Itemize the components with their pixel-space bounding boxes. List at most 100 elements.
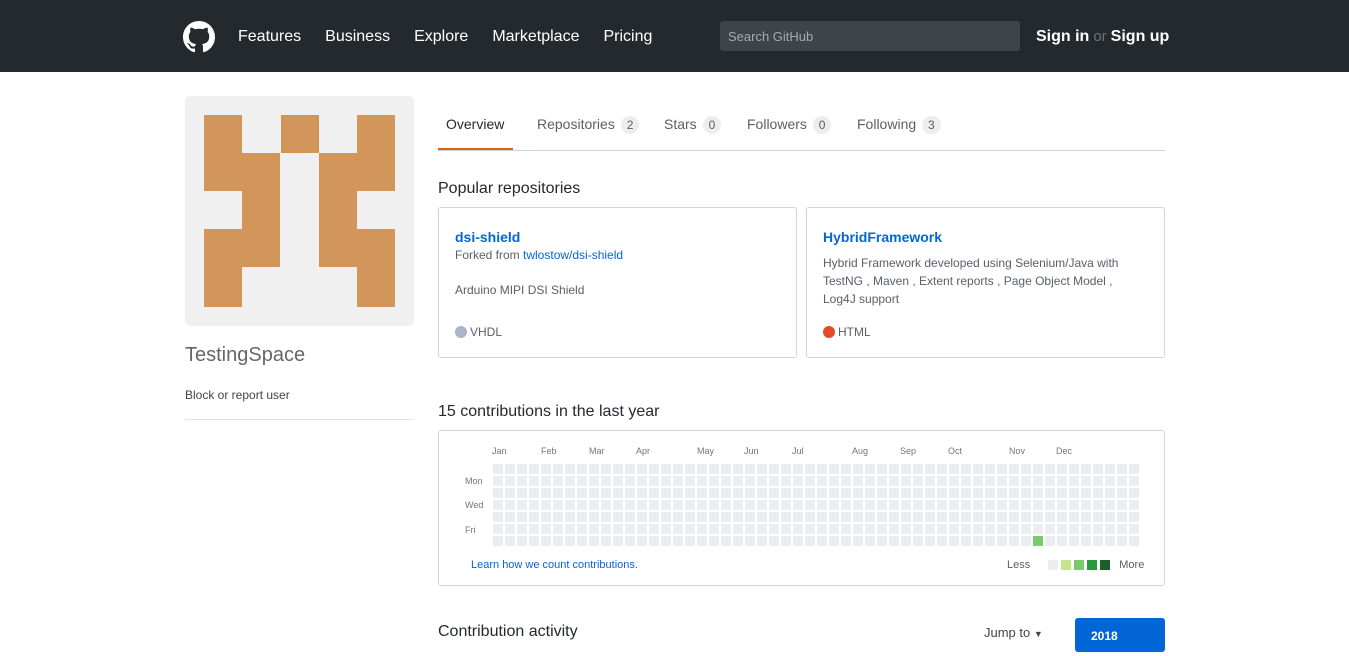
contribution-day — [1117, 512, 1127, 522]
contribution-day — [1081, 536, 1091, 546]
contribution-day — [541, 512, 551, 522]
contribution-day — [553, 464, 563, 474]
contribution-day — [805, 500, 815, 510]
contribution-day — [505, 512, 515, 522]
github-logo-icon[interactable] — [183, 21, 215, 53]
contribution-day — [685, 464, 695, 474]
contribution-day — [709, 476, 719, 486]
nav-marketplace[interactable]: Marketplace — [492, 28, 579, 46]
contribution-day — [565, 476, 575, 486]
contribution-day — [937, 524, 947, 534]
tab-stars[interactable]: Stars 0 — [664, 116, 722, 134]
contribution-day — [961, 536, 971, 546]
nav-business[interactable]: Business — [325, 28, 390, 46]
contribution-day — [817, 476, 827, 486]
contribution-day — [505, 524, 515, 534]
contribution-day — [661, 512, 671, 522]
tab-repositories[interactable]: Repositories 2 — [537, 116, 640, 134]
contribution-day — [769, 476, 779, 486]
tab-followers[interactable]: Followers 0 — [747, 116, 832, 134]
repo-name-link[interactable]: dsi-shield — [455, 229, 520, 245]
contribution-day — [805, 488, 815, 498]
contribution-day — [805, 524, 815, 534]
contribution-day — [661, 500, 671, 510]
contribution-day — [793, 536, 803, 546]
contribution-day — [805, 536, 815, 546]
learn-contributions-link[interactable]: Learn how we count contributions. — [471, 559, 638, 571]
jump-to-label: Jump to — [984, 625, 1031, 640]
contribution-day — [1069, 536, 1079, 546]
contribution-day — [685, 524, 695, 534]
contribution-day — [1105, 488, 1115, 498]
contribution-day — [541, 476, 551, 486]
contribution-day — [877, 524, 887, 534]
contribution-day — [1009, 476, 1019, 486]
nav-pricing[interactable]: Pricing — [603, 28, 652, 46]
search-input[interactable] — [720, 21, 1020, 51]
sign-in-link[interactable]: Sign in — [1036, 28, 1089, 45]
contribution-day — [853, 536, 863, 546]
nav-features[interactable]: Features — [238, 28, 301, 46]
contribution-day — [1105, 536, 1115, 546]
contribution-day — [877, 500, 887, 510]
legend-swatch — [1087, 560, 1098, 570]
contribution-day — [493, 488, 503, 498]
contribution-day — [829, 488, 839, 498]
year-2018-button[interactable]: 2018 — [1075, 618, 1165, 652]
contribution-day — [997, 464, 1007, 474]
contribution-day — [505, 536, 515, 546]
nav-explore[interactable]: Explore — [414, 28, 468, 46]
contribution-day — [757, 488, 767, 498]
contribution-day — [1129, 524, 1139, 534]
contribution-day — [529, 512, 539, 522]
contribution-day — [1057, 524, 1067, 534]
contribution-day — [889, 476, 899, 486]
contribution-day — [745, 536, 755, 546]
tab-overview[interactable]: Overview — [446, 116, 504, 132]
contribution-day — [985, 464, 995, 474]
contribution-day — [1069, 500, 1079, 510]
contribution-day — [769, 488, 779, 498]
contribution-day — [937, 536, 947, 546]
forked-from-link[interactable]: twlostow/dsi-shield — [523, 248, 623, 262]
contribution-day — [901, 488, 911, 498]
contribution-day — [625, 500, 635, 510]
contribution-day — [1117, 536, 1127, 546]
contribution-day — [1057, 500, 1067, 510]
contribution-day — [865, 476, 875, 486]
contribution-day — [1117, 476, 1127, 486]
contribution-day — [697, 488, 707, 498]
contribution-day — [1105, 512, 1115, 522]
contribution-day — [1045, 512, 1055, 522]
contribution-day — [613, 500, 623, 510]
contribution-day — [1033, 536, 1043, 546]
contribution-day — [673, 536, 683, 546]
contribution-day — [1021, 536, 1031, 546]
contribution-day — [829, 500, 839, 510]
avatar[interactable] — [185, 96, 414, 326]
contribution-day — [565, 512, 575, 522]
sign-up-link[interactable]: Sign up — [1111, 28, 1170, 45]
contribution-day — [553, 536, 563, 546]
contribution-day — [853, 512, 863, 522]
contribution-day — [577, 536, 587, 546]
sidebar-divider — [185, 419, 414, 420]
repo-name-link[interactable]: HybridFramework — [823, 229, 942, 245]
contribution-day — [613, 536, 623, 546]
contribution-day — [817, 536, 827, 546]
contribution-day — [589, 524, 599, 534]
contribution-day — [541, 536, 551, 546]
contribution-day — [697, 524, 707, 534]
contribution-day — [1045, 476, 1055, 486]
contribution-day — [925, 500, 935, 510]
contribution-day — [1093, 536, 1103, 546]
contribution-day — [649, 488, 659, 498]
contribution-day — [757, 524, 767, 534]
repo-description: Arduino MIPI DSI Shield — [455, 283, 585, 297]
block-report-link[interactable]: Block or report user — [185, 388, 290, 402]
contribution-day — [721, 464, 731, 474]
jump-to-dropdown[interactable]: Jump to ▼ — [984, 625, 1043, 640]
contribution-day — [757, 476, 767, 486]
contribution-day — [1033, 524, 1043, 534]
tab-following[interactable]: Following 3 — [857, 116, 941, 134]
